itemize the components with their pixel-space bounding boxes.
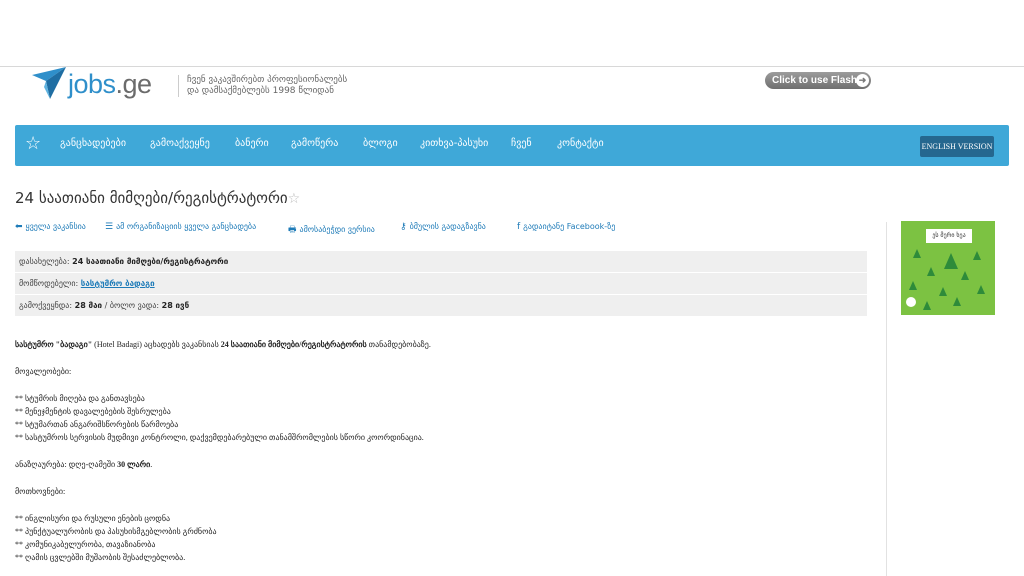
intro-position: 24 საათიანი მიმღები/რეგისტრატორის [220, 340, 367, 349]
tagline-line-1: ჩვენ ვაკავშირებთ პროფესიონალებს [187, 75, 348, 85]
org-announcements-link[interactable]: ☰ ამ ორგანიზაციის ყველა განცხადება [105, 222, 256, 232]
salary-label: ანაზღაურება: დღე-ღამეში [15, 460, 118, 469]
intro-mid: აცხადებს ვაკანსიას [143, 340, 221, 349]
published-label: გამოქვეყნდა: [19, 301, 73, 310]
side-banner-ad[interactable]: ეს მერი ხეა [901, 221, 995, 315]
tree-icon [977, 285, 985, 294]
printer-icon: 🖶 [288, 225, 297, 235]
nav-item-announcements[interactable]: განცხადებები [60, 138, 126, 149]
tree-icon [939, 287, 947, 296]
requirement-item: ** კომუნიკაბელურობა, თავაზიანობა [15, 540, 156, 549]
intro-company: სასტუმრო "ბადაგი" [15, 340, 93, 349]
date-separator: / [104, 301, 108, 310]
main-navigation: ☆ განცხადებები გამოაქვეყნე ბანერი გამოწე… [15, 125, 1009, 166]
site-header: jobs.ge ჩვენ ვაკავშირებთ პროფესიონალებს … [0, 67, 1024, 125]
deadline-value: 28 ივნ [161, 301, 190, 310]
tree-icon [923, 301, 931, 310]
requirement-item: ** პუნქტუალურობის და პასუხისმგებლობის გრ… [15, 527, 217, 536]
nav-item-blog[interactable]: ბლოგი [363, 138, 398, 149]
requirement-item: ** ღამის ცვლებში მუშაობის შესაძლებლობა. [15, 553, 186, 562]
tree-icon [961, 271, 969, 280]
favorite-star-icon[interactable]: ☆ [288, 191, 301, 207]
duty-item: ** მენეჯმენტის დავალებების შესრულება [15, 407, 171, 416]
job-info-table: დასახელება: 24 საათიანი მიმღები/რეგისტრა… [15, 251, 867, 317]
arrow-right-icon: ➜ [856, 74, 869, 87]
duty-item: ** სასტუმროს სერვისის მუდმივი კონტროლი, … [15, 433, 424, 442]
intro-latin: (Hotel Badagi) [92, 340, 144, 349]
star-outline-icon[interactable]: ☆ [25, 134, 41, 154]
published-value: 28 მაი [74, 301, 103, 310]
tree-icon [944, 253, 958, 269]
paper-plane-icon [32, 67, 66, 99]
facebook-share-link[interactable]: f გადაიტანე Facebook-ზე [517, 222, 615, 232]
provider-label: მომწოდებელი: [19, 279, 79, 288]
provider-row: მომწოდებელი: სასტუმრო ბადაგი [15, 273, 867, 295]
salary-end: . [150, 460, 153, 469]
sidebar-divider [886, 222, 887, 576]
ad-bubble-text: ეს მერი ხეა [926, 229, 972, 243]
requirements-title: მოთხოვნები: [15, 487, 66, 496]
action-label: ბმულის გადაგზავნა [409, 222, 486, 231]
send-link-link[interactable]: ⚷ ბმულის გადაგზავნა [400, 222, 486, 232]
nav-item-banner[interactable]: ბანერი [235, 138, 269, 149]
nav-item-faq[interactable]: კითხვა-პასუხი [420, 138, 488, 149]
tree-icon [953, 297, 961, 306]
position-value: 24 საათიანი მიმღები/რეგისტრატორი [72, 257, 229, 266]
tree-icon [913, 249, 921, 258]
position-row: დასახელება: 24 საათიანი მიმღები/რეგისტრა… [15, 251, 867, 273]
deadline-label: ბოლო ვადა: [109, 301, 160, 310]
list-icon: ☰ [105, 222, 114, 232]
requirement-item: ** ინგლისური და რუსული ენების ცოდნა [15, 514, 171, 523]
ad-badge-icon [906, 297, 916, 307]
browser-top-strip [0, 0, 1024, 67]
logo-text: jobs [68, 69, 116, 99]
logo-suffix: .ge [115, 69, 153, 99]
duty-item: ** სტუმართან ანგარიშსწორების წარმოება [15, 420, 179, 429]
salary-value: 30 ლარი [117, 460, 151, 469]
action-label: ამ ორგანიზაციის ყველა განცხადება [116, 222, 257, 231]
salary-line: ანაზღაურება: დღე-ღამეში 30 ლარი. [15, 460, 152, 469]
position-label: დასახელება: [19, 257, 70, 266]
all-vacancies-link[interactable]: ⬅ ყველა ვაკანსია [15, 222, 86, 232]
action-label: ამოსაბეჭდი ვერსია [299, 225, 375, 234]
key-icon: ⚷ [400, 222, 407, 232]
nav-item-contact[interactable]: კონტაქტი [557, 138, 604, 149]
job-title: 24 საათიანი მიმღები/რეგისტრატორი [15, 189, 288, 207]
provider-link[interactable]: სასტუმრო ბადაგი [81, 279, 155, 288]
tree-icon [973, 251, 981, 260]
duty-item: ** სტუმრის მიღება და განთავსება [15, 394, 145, 403]
nav-item-about[interactable]: ჩვენ [511, 138, 532, 149]
page-title: 24 საათიანი მიმღები/რეგისტრატორი☆ [15, 189, 300, 207]
flash-button-label: Click to use Flash [772, 75, 858, 86]
facebook-icon: f [517, 222, 521, 232]
tree-icon [909, 281, 917, 290]
nav-item-publish[interactable]: გამოაქვეყნე [150, 138, 210, 149]
intro-end: თანამდებობაზე. [366, 340, 431, 349]
tree-icon [927, 267, 935, 276]
action-label: გადაიტანე Facebook-ზე [523, 222, 616, 231]
description-intro: სასტუმრო "ბადაგი" (Hotel Badagi) აცხადებ… [15, 340, 431, 349]
tagline-line-2: და დამსაქმებლებს 1998 წლიდან [187, 86, 334, 96]
action-label: ყველა ვაკანსია [25, 222, 86, 231]
site-tagline: ჩვენ ვაკავშირებთ პროფესიონალებს და დამსა… [178, 75, 347, 97]
back-arrow-icon: ⬅ [15, 222, 23, 232]
jobs-ge-logo[interactable]: jobs.ge [30, 67, 170, 107]
nav-item-subscribe[interactable]: გამოწერა [291, 138, 338, 149]
duties-title: მოვალეობები: [15, 367, 72, 376]
logo-wordmark: jobs.ge [68, 69, 152, 100]
flash-button[interactable]: Click to use Flash ➜ [765, 72, 871, 89]
print-version-link[interactable]: 🖶 ამოსაბეჭდი ვერსია [288, 222, 375, 238]
english-version-button[interactable]: ENGLISH VERSION [920, 136, 994, 157]
dates-row: გამოქვეყნდა: 28 მაი / ბოლო ვადა: 28 ივნ [15, 295, 867, 317]
